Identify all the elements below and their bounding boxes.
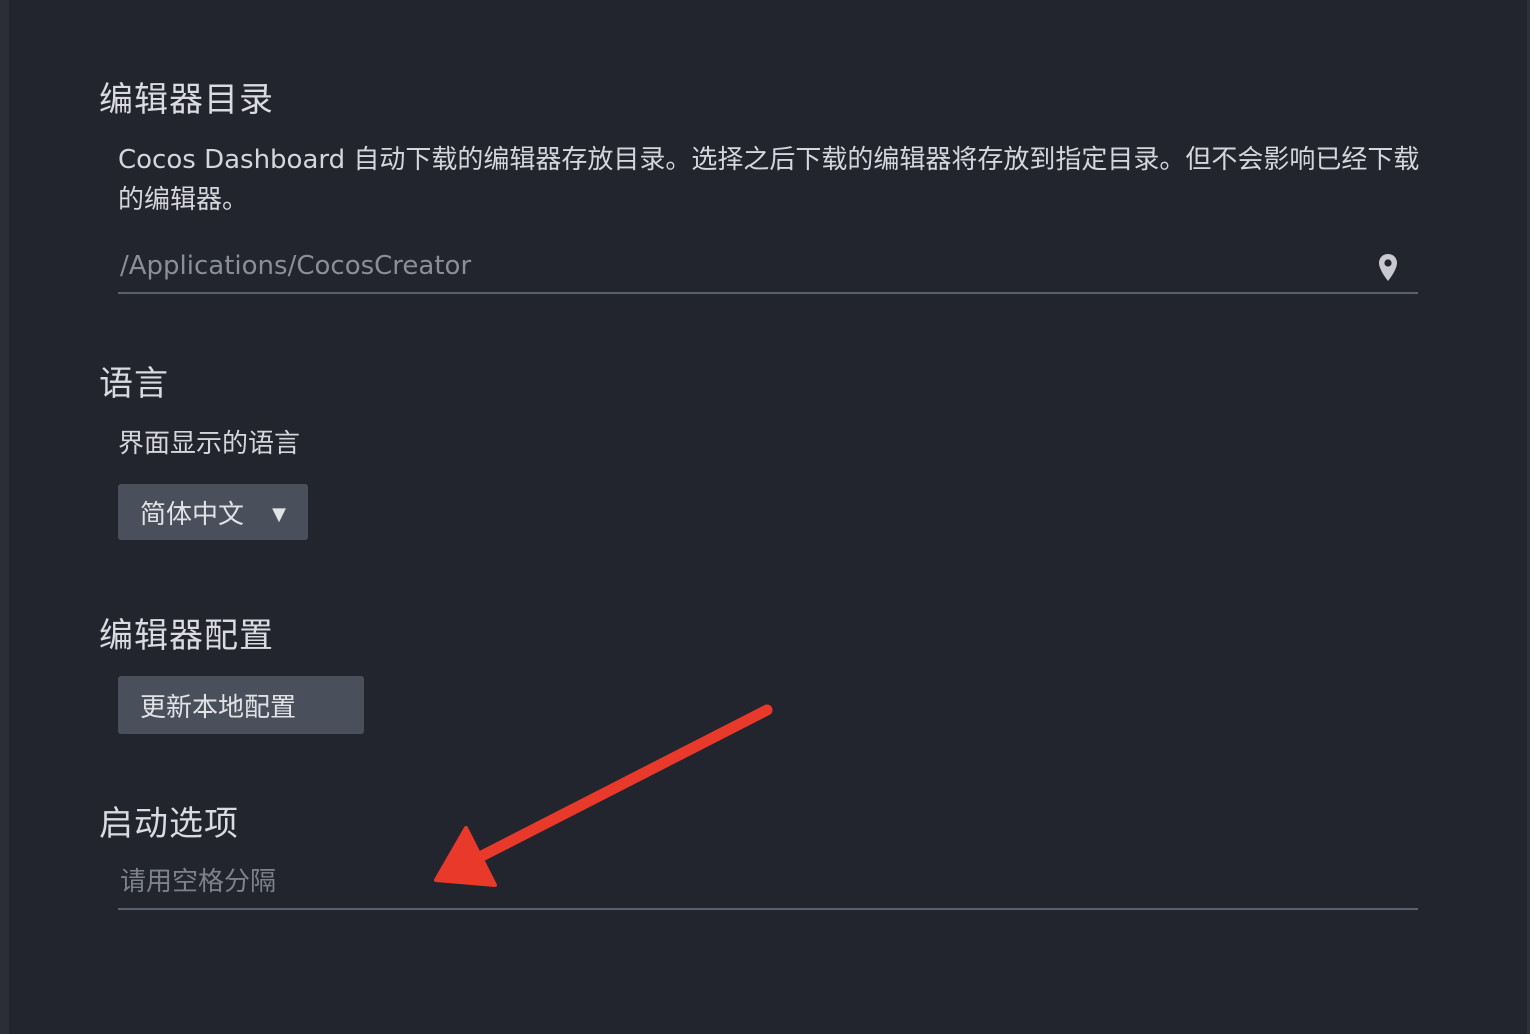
language-select[interactable]: 简体中文 ▼ [118,484,308,540]
editor-dir-title: 编辑器目录 [99,80,274,120]
launch-options-title: 启动选项 [99,804,239,844]
language-title: 语言 [99,364,169,404]
launch-options-input[interactable] [118,858,1362,906]
language-description: 界面显示的语言 [118,429,301,459]
chevron-down-icon: ▼ [272,504,286,525]
language-selected-value: 简体中文 [140,499,245,530]
launch-options-field [118,858,1418,910]
editor-dir-input[interactable] [118,242,1362,290]
editor-dir-description: Cocos Dashboard 自动下载的编辑器存放目录。选择之后下载的编辑器将… [118,145,1420,215]
update-local-config-button[interactable]: 更新本地配置 [118,676,364,734]
editor-config-title: 编辑器配置 [99,616,274,656]
settings-panel: 编辑器目录 Cocos Dashboard 自动下载的编辑器存放目录。选择之后下… [0,0,1530,1034]
editor-dir-field [118,242,1418,294]
location-pin-icon[interactable] [1376,252,1400,284]
